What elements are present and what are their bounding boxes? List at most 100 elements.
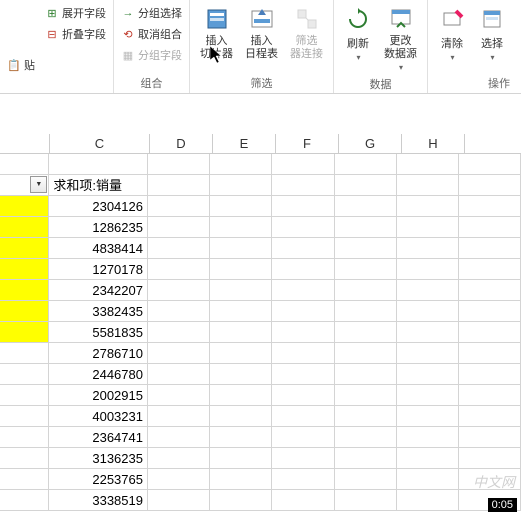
select-button[interactable]: 选择: [472, 3, 512, 73]
cell[interactable]: [272, 217, 334, 238]
group-select-button[interactable]: → 分组选择: [118, 3, 185, 23]
cell[interactable]: [272, 469, 334, 490]
cell[interactable]: [459, 301, 521, 322]
cell-b[interactable]: [0, 343, 49, 364]
cell[interactable]: [335, 448, 397, 469]
cell[interactable]: [397, 322, 459, 343]
cell[interactable]: [335, 385, 397, 406]
cell[interactable]: [335, 301, 397, 322]
cell[interactable]: [210, 301, 272, 322]
cell[interactable]: [272, 385, 334, 406]
col-header-c[interactable]: C: [50, 134, 150, 153]
value-cell[interactable]: 3136235: [49, 448, 148, 469]
cell-b[interactable]: [0, 238, 49, 259]
cell[interactable]: [210, 448, 272, 469]
cell[interactable]: [459, 343, 521, 364]
cell[interactable]: [397, 196, 459, 217]
cell[interactable]: [148, 238, 210, 259]
cell[interactable]: [335, 490, 397, 511]
insert-timeline-button[interactable]: 插入 日程表: [239, 3, 284, 73]
cell[interactable]: [459, 385, 521, 406]
expand-field-button[interactable]: ⊞ 展开字段: [42, 3, 109, 23]
cell[interactable]: [148, 259, 210, 280]
cell[interactable]: [272, 259, 334, 280]
cell[interactable]: [148, 490, 210, 511]
cell[interactable]: [459, 406, 521, 427]
cell[interactable]: [148, 364, 210, 385]
value-cell[interactable]: 2786710: [49, 343, 148, 364]
pivot-filter-cell[interactable]: [0, 175, 49, 196]
cell[interactable]: [397, 238, 459, 259]
value-cell[interactable]: 3338519: [49, 490, 148, 511]
cell[interactable]: [397, 406, 459, 427]
cell[interactable]: [148, 154, 210, 175]
cell[interactable]: [272, 322, 334, 343]
refresh-button[interactable]: 刷新: [338, 3, 378, 74]
cell-b[interactable]: [0, 217, 49, 238]
cell[interactable]: [335, 154, 397, 175]
col-header-blank[interactable]: [0, 134, 50, 153]
cell[interactable]: [272, 364, 334, 385]
cell[interactable]: [397, 259, 459, 280]
pivot-header-cell[interactable]: 求和项:销量: [49, 175, 148, 196]
cell-b[interactable]: [0, 196, 49, 217]
cell-b[interactable]: [0, 427, 49, 448]
cell[interactable]: [397, 154, 459, 175]
value-cell[interactable]: 4838414: [49, 238, 148, 259]
cell-b[interactable]: [0, 490, 49, 511]
cell[interactable]: [397, 301, 459, 322]
cell-b[interactable]: [0, 406, 49, 427]
cell[interactable]: [148, 175, 210, 196]
cell[interactable]: [397, 343, 459, 364]
cell[interactable]: [397, 385, 459, 406]
cell[interactable]: [210, 490, 272, 511]
collapse-field-button[interactable]: ⊟ 折叠字段: [42, 24, 109, 44]
cell[interactable]: [397, 280, 459, 301]
cell[interactable]: [459, 217, 521, 238]
cell-b[interactable]: [0, 301, 49, 322]
cell[interactable]: [397, 364, 459, 385]
cell[interactable]: [335, 196, 397, 217]
change-source-button[interactable]: 更改 数据源: [378, 3, 423, 74]
cell[interactable]: [210, 259, 272, 280]
value-cell[interactable]: 1286235: [49, 217, 148, 238]
cell[interactable]: [210, 238, 272, 259]
cell[interactable]: [335, 280, 397, 301]
cell[interactable]: [148, 217, 210, 238]
insert-slicer-button[interactable]: 插入 切片器: [194, 3, 239, 73]
cell-b[interactable]: [0, 154, 49, 175]
cell[interactable]: [210, 406, 272, 427]
cell-b[interactable]: [0, 448, 49, 469]
cell[interactable]: [335, 427, 397, 448]
cell[interactable]: [459, 427, 521, 448]
cell[interactable]: [335, 175, 397, 196]
cell[interactable]: [148, 196, 210, 217]
cell-b[interactable]: [0, 322, 49, 343]
cell[interactable]: [272, 280, 334, 301]
value-cell[interactable]: 3382435: [49, 301, 148, 322]
cell[interactable]: [210, 469, 272, 490]
cell[interactable]: [272, 196, 334, 217]
cell[interactable]: [148, 385, 210, 406]
value-cell[interactable]: 5581835: [49, 322, 148, 343]
col-header-d[interactable]: D: [150, 134, 213, 153]
cell[interactable]: [148, 301, 210, 322]
cell[interactable]: [148, 427, 210, 448]
cell-c[interactable]: [49, 154, 148, 175]
cell[interactable]: [335, 406, 397, 427]
cell[interactable]: [459, 448, 521, 469]
cell[interactable]: [459, 259, 521, 280]
cell[interactable]: [335, 469, 397, 490]
value-cell[interactable]: 2304126: [49, 196, 148, 217]
cell[interactable]: [459, 196, 521, 217]
cell[interactable]: [397, 427, 459, 448]
paste-button[interactable]: 📋 贴: [4, 55, 38, 75]
cell[interactable]: [210, 154, 272, 175]
cell-b[interactable]: [0, 259, 49, 280]
cell[interactable]: [210, 364, 272, 385]
value-cell[interactable]: 2342207: [49, 280, 148, 301]
cell[interactable]: [335, 343, 397, 364]
cell[interactable]: [210, 175, 272, 196]
cell[interactable]: [148, 343, 210, 364]
cell[interactable]: [148, 406, 210, 427]
